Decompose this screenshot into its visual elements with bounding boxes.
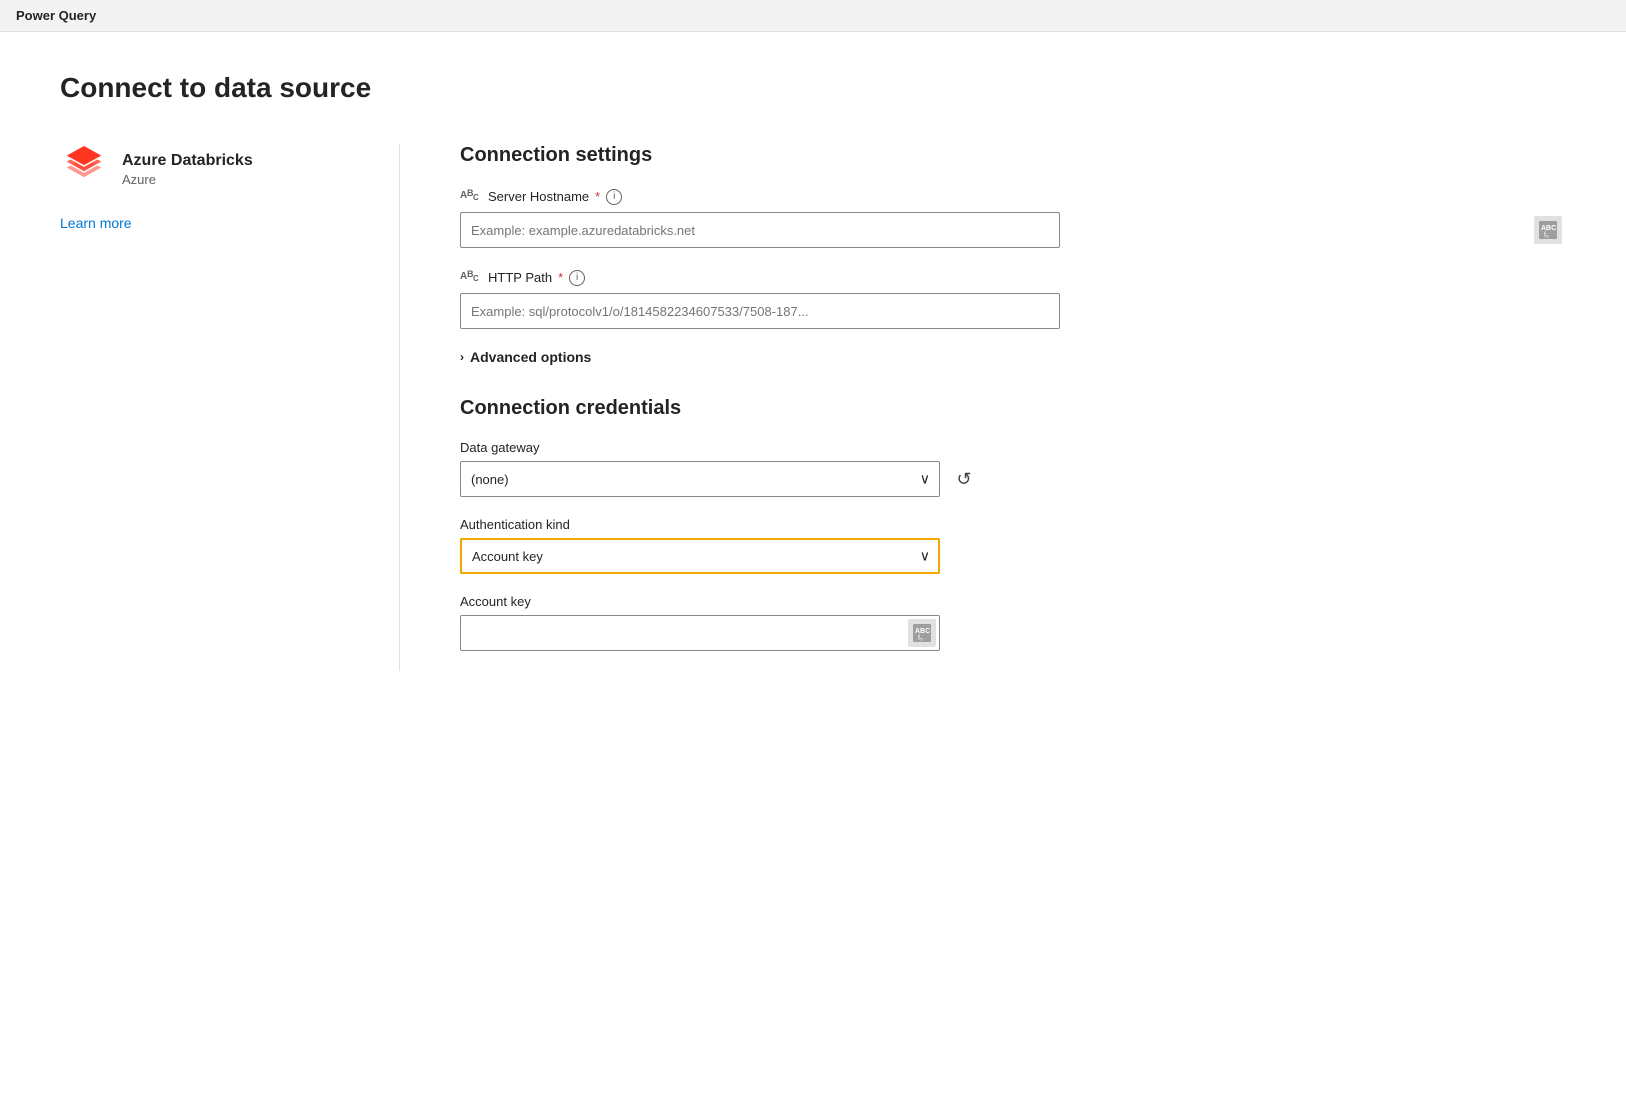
connector-category: Azure <box>122 172 253 187</box>
http-path-input[interactable] <box>460 293 1060 329</box>
svg-text:f₅: f₅ <box>1544 232 1549 239</box>
svg-text:A: A <box>460 271 467 282</box>
two-column-layout: Azure Databricks Azure Learn more Connec… <box>60 144 1566 671</box>
learn-more-link[interactable]: Learn more <box>60 215 132 231</box>
svg-text:ABC: ABC <box>1541 225 1556 232</box>
authentication-kind-text: Authentication kind <box>460 517 570 532</box>
account-key-formula-btn[interactable]: ABC f₅ <box>908 619 936 647</box>
server-hostname-input-wrapper: ABC f₅ <box>460 212 1566 248</box>
account-key-input[interactable] <box>460 615 940 651</box>
account-key-input-wrapper: ABC f₅ <box>460 615 940 651</box>
data-gateway-text: Data gateway <box>460 440 540 455</box>
abc-icon-http: A B C <box>460 268 482 287</box>
svg-text:f₅: f₅ <box>918 635 923 642</box>
connector-header: Azure Databricks Azure <box>60 144 359 195</box>
svg-text:ABC: ABC <box>915 628 930 635</box>
server-hostname-label: A B C Server Hostname * i <box>460 187 1566 206</box>
right-panel: Connection settings A B C Server Hostnam… <box>400 144 1566 671</box>
server-hostname-input[interactable] <box>460 212 1060 248</box>
left-panel: Azure Databricks Azure Learn more <box>60 144 400 671</box>
server-hostname-text: Server Hostname <box>488 189 589 204</box>
data-gateway-dropdown-container: (none) ∨ <box>460 461 940 497</box>
svg-text:C: C <box>473 193 479 202</box>
authentication-kind-select[interactable]: Account key Username/Password OAuth2 <box>460 538 940 574</box>
info-icon-hostname[interactable]: i <box>606 189 622 205</box>
required-star-http: * <box>558 270 563 285</box>
http-path-text: HTTP Path <box>488 270 552 285</box>
data-gateway-select[interactable]: (none) <box>460 461 940 497</box>
connector-name: Azure Databricks <box>122 152 253 170</box>
data-gateway-label: Data gateway <box>460 440 1566 455</box>
required-star-hostname: * <box>595 189 600 204</box>
chevron-right-icon: › <box>460 350 464 364</box>
account-key-label: Account key <box>460 594 1566 609</box>
authentication-kind-field: Authentication kind Account key Username… <box>460 517 1566 574</box>
connector-icon <box>60 144 108 195</box>
abc-icon-hostname: A B C <box>460 187 482 206</box>
server-hostname-field: A B C Server Hostname * i <box>460 187 1566 248</box>
authentication-kind-dropdown-container: Account key Username/Password OAuth2 ∨ <box>460 538 940 574</box>
connection-settings-section: Connection settings A B C Server Hostnam… <box>460 144 1566 365</box>
account-key-field: Account key ABC f₅ <box>460 594 1566 651</box>
http-path-field: A B C HTTP Path * i <box>460 268 1566 329</box>
account-key-text: Account key <box>460 594 531 609</box>
connection-credentials-section: Connection credentials Data gateway (non… <box>460 397 1566 651</box>
data-gateway-field: Data gateway (none) ∨ ↺ <box>460 440 1566 497</box>
title-bar: Power Query <box>0 0 1626 32</box>
svg-text:A: A <box>460 190 467 201</box>
refresh-gateway-button[interactable]: ↺ <box>948 463 980 495</box>
connector-info: Azure Databricks Azure <box>122 152 253 187</box>
authentication-kind-label: Authentication kind <box>460 517 1566 532</box>
http-path-label: A B C HTTP Path * i <box>460 268 1566 287</box>
data-gateway-dropdown-wrapper: (none) ∨ ↺ <box>460 461 1566 497</box>
connection-credentials-title: Connection credentials <box>460 397 1566 420</box>
main-content: Connect to data source <box>0 32 1626 711</box>
page-title: Connect to data source <box>60 72 1566 104</box>
app-title: Power Query <box>16 8 96 23</box>
connection-settings-title: Connection settings <box>460 144 1566 167</box>
http-path-input-wrapper <box>460 293 1566 329</box>
info-icon-http[interactable]: i <box>569 270 585 286</box>
refresh-icon: ↺ <box>956 469 971 490</box>
server-hostname-formula-btn[interactable]: ABC f₅ <box>1534 216 1562 244</box>
svg-text:C: C <box>473 274 479 283</box>
advanced-options-label: Advanced options <box>470 349 591 365</box>
advanced-options-toggle[interactable]: › Advanced options <box>460 349 1566 365</box>
